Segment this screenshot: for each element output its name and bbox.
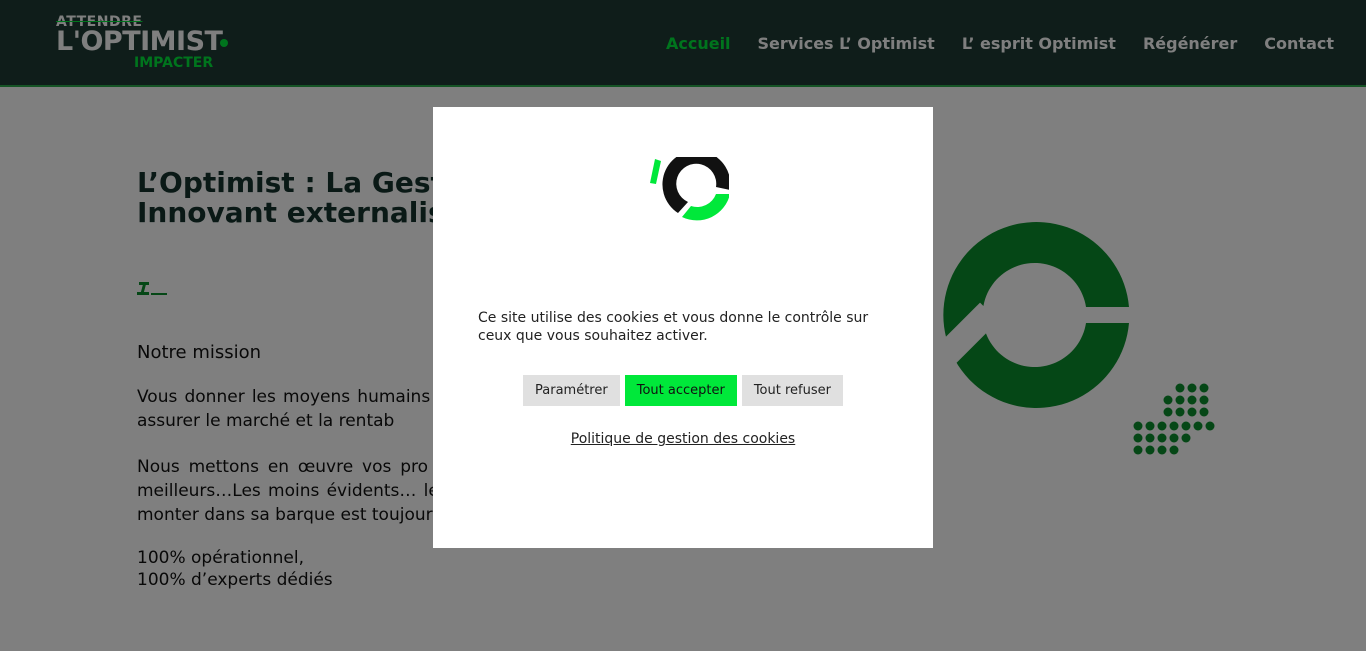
refuse-all-button[interactable]: Tout refuser bbox=[741, 375, 843, 406]
cookie-consent-modal: Ce site utilise des cookies et vous donn… bbox=[433, 107, 933, 548]
cookie-policy-link[interactable]: Politique de gestion des cookies bbox=[433, 431, 933, 447]
cookie-settings-button[interactable]: Paramétrer bbox=[523, 375, 620, 406]
optimist-ring-icon bbox=[650, 157, 729, 221]
cookie-message: Ce site utilise des cookies et vous donn… bbox=[478, 310, 869, 344]
accept-all-button[interactable]: Tout accepter bbox=[624, 375, 737, 406]
cookie-button-row: Paramétrer Tout accepter Tout refuser bbox=[433, 375, 933, 406]
